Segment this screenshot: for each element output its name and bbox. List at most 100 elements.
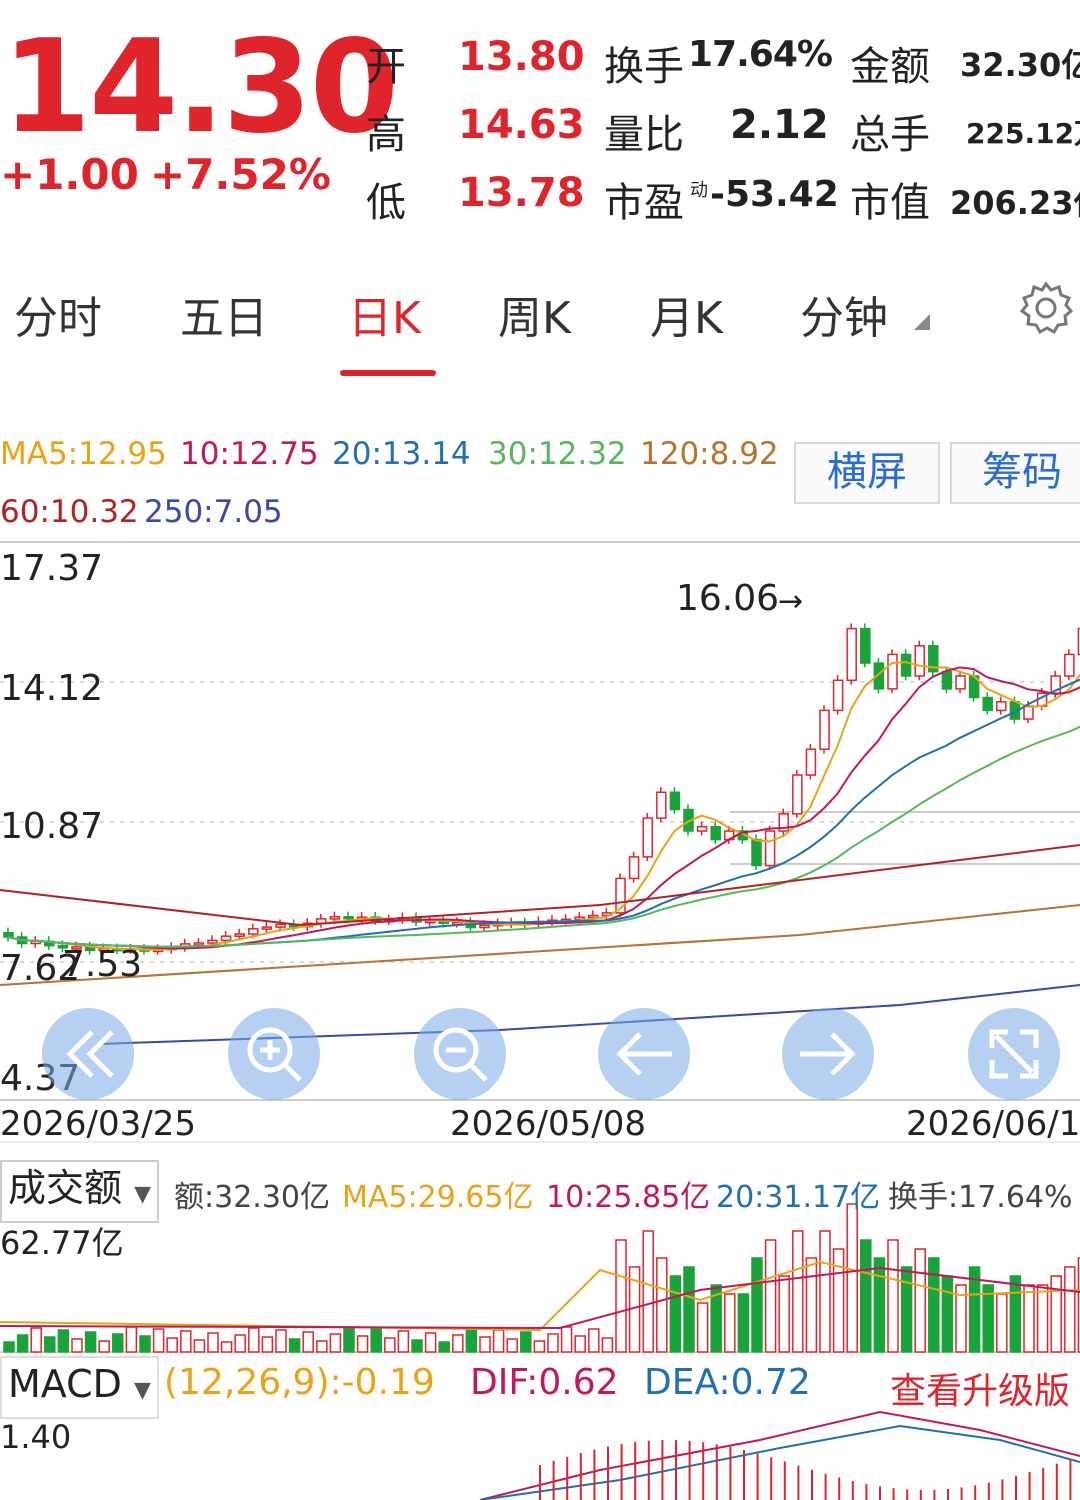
ma120-value: 120:8.92 xyxy=(640,436,779,472)
volume-bar-up xyxy=(764,1239,777,1353)
high-value: 14.63 xyxy=(458,102,585,148)
candle-up xyxy=(656,791,667,819)
volume-bar-down xyxy=(16,1334,29,1353)
zoom-in-icon[interactable] xyxy=(228,1008,320,1100)
volume-indicator-selector[interactable]: 成交额 ▼ xyxy=(0,1160,160,1223)
last-price: 14.30 xyxy=(2,13,399,162)
right-arrow-icon[interactable] xyxy=(782,1008,874,1100)
candle-down xyxy=(860,627,871,664)
tab-daily-k[interactable]: 日K xyxy=(348,282,421,346)
candle-up xyxy=(479,924,490,929)
volume-bar-up xyxy=(506,1338,518,1353)
macd-axis-max: 1.40 xyxy=(0,1418,72,1456)
landscape-button[interactable]: 横屏 xyxy=(794,442,940,504)
volume-bar-up xyxy=(1036,1284,1049,1353)
dropdown-triangle-icon[interactable] xyxy=(912,312,932,336)
volume-bar-up xyxy=(329,1333,342,1353)
upgrade-link[interactable]: 查看升级版 xyxy=(890,1362,1070,1414)
volume-bar-up xyxy=(547,1333,559,1353)
candle-up xyxy=(996,701,1007,712)
date-label-end: 2026/06/1 xyxy=(906,1104,1080,1144)
ma10-line xyxy=(7,666,1080,950)
turnover-label: 换手 xyxy=(604,44,684,90)
ma10-value: 10:12.75 xyxy=(180,436,319,472)
volume-bar-up xyxy=(1064,1266,1076,1353)
ma30-value: 30:12.32 xyxy=(488,436,627,472)
volume-bar-down xyxy=(520,1331,532,1353)
ma20-value: 20:13.14 xyxy=(332,436,471,472)
volume-bar-down xyxy=(669,1275,682,1353)
volume-bar-up xyxy=(560,1326,573,1353)
volume-bar-up xyxy=(356,1335,369,1353)
candle-down xyxy=(982,696,993,712)
volume-bar-up xyxy=(778,1275,790,1353)
volume-ma20: 20:31.17亿 xyxy=(716,1180,881,1215)
candle-up xyxy=(792,774,803,815)
date-label-start: 2026/03/25 xyxy=(0,1104,196,1144)
turnover-value: 17.64% xyxy=(688,34,833,75)
tab-weekly-k[interactable]: 周K xyxy=(498,282,571,346)
volume-bar-up xyxy=(832,1248,845,1353)
volume-bar-up xyxy=(316,1340,328,1353)
tab-five-day[interactable]: 五日 xyxy=(180,282,268,346)
high-label: 高 xyxy=(366,112,406,158)
left-arrow-icon[interactable] xyxy=(598,1008,690,1100)
volume-bar-up xyxy=(152,1328,165,1353)
volume-bar-up xyxy=(234,1334,246,1353)
tab-minute[interactable]: 分钟 xyxy=(800,282,888,346)
candle-up xyxy=(588,914,599,919)
volume-bar-up xyxy=(642,1230,654,1353)
ma60-line xyxy=(0,844,1080,927)
amount-value: 32.30亿 xyxy=(960,46,1080,84)
candle-up xyxy=(1064,653,1075,677)
macd-indicator-selector[interactable]: MACD ▼ xyxy=(0,1356,159,1419)
volume-selector-label: 成交额 xyxy=(8,1166,123,1210)
volume-bar-up xyxy=(302,1331,314,1353)
candle-up xyxy=(832,679,844,712)
total-volume-label: 总手 xyxy=(850,112,930,158)
volume-bar-up xyxy=(574,1335,586,1353)
volume-bar-down xyxy=(57,1329,70,1353)
volume-bar-up xyxy=(792,1230,804,1353)
volume-bar-up xyxy=(248,1327,260,1353)
candle-up xyxy=(914,645,925,677)
rewind-icon[interactable] xyxy=(42,1008,134,1100)
candlestick-chart[interactable] xyxy=(0,540,1080,1500)
candle-up xyxy=(220,935,232,942)
price-axis-mid: 10.87 xyxy=(0,806,104,847)
tab-monthly-k[interactable]: 月K xyxy=(650,282,723,346)
volume-bar-up xyxy=(30,1327,42,1353)
candle-up xyxy=(805,748,817,776)
volume-bar-up xyxy=(180,1330,192,1353)
volume-bar-up xyxy=(424,1332,437,1353)
amount-label: 金额 xyxy=(850,44,930,90)
candle-up xyxy=(261,926,273,930)
tab-intraday[interactable]: 分时 xyxy=(14,282,102,346)
market-cap-value: 206.23亿 xyxy=(950,184,1080,222)
volume-bar-down xyxy=(343,1326,355,1353)
fullscreen-icon[interactable] xyxy=(968,1008,1060,1100)
high-marker-arrow: → xyxy=(778,584,804,619)
volume-bar-up xyxy=(996,1293,1008,1353)
volume-bar-down xyxy=(139,1335,151,1353)
chip-distribution-button[interactable]: 筹码 xyxy=(950,442,1080,504)
volume-bar-down xyxy=(112,1333,124,1353)
settings-gear-icon[interactable] xyxy=(1016,278,1076,342)
candle-up xyxy=(955,675,966,690)
ma120-line xyxy=(0,904,1080,986)
pe-dynamic-superscript: 动 xyxy=(690,180,708,201)
volume-bar-down xyxy=(370,1328,382,1353)
volume-bar-down xyxy=(982,1284,994,1353)
low-marker-label: 7.53 xyxy=(62,944,143,985)
volume-bar-down xyxy=(928,1257,940,1353)
total-volume-value: 225.12万 xyxy=(966,117,1080,150)
price-change: +1.00 xyxy=(0,150,139,199)
ma60-value: 60:10.32 xyxy=(0,494,139,530)
volume-bar-up xyxy=(601,1337,614,1353)
volume-bar-up xyxy=(1050,1275,1062,1353)
volume-bar-up xyxy=(533,1340,546,1353)
volume-bar-up xyxy=(656,1257,668,1353)
zoom-out-icon[interactable] xyxy=(414,1008,506,1100)
volume-bar-up xyxy=(479,1336,491,1353)
ma250-value: 250:7.05 xyxy=(144,494,283,530)
